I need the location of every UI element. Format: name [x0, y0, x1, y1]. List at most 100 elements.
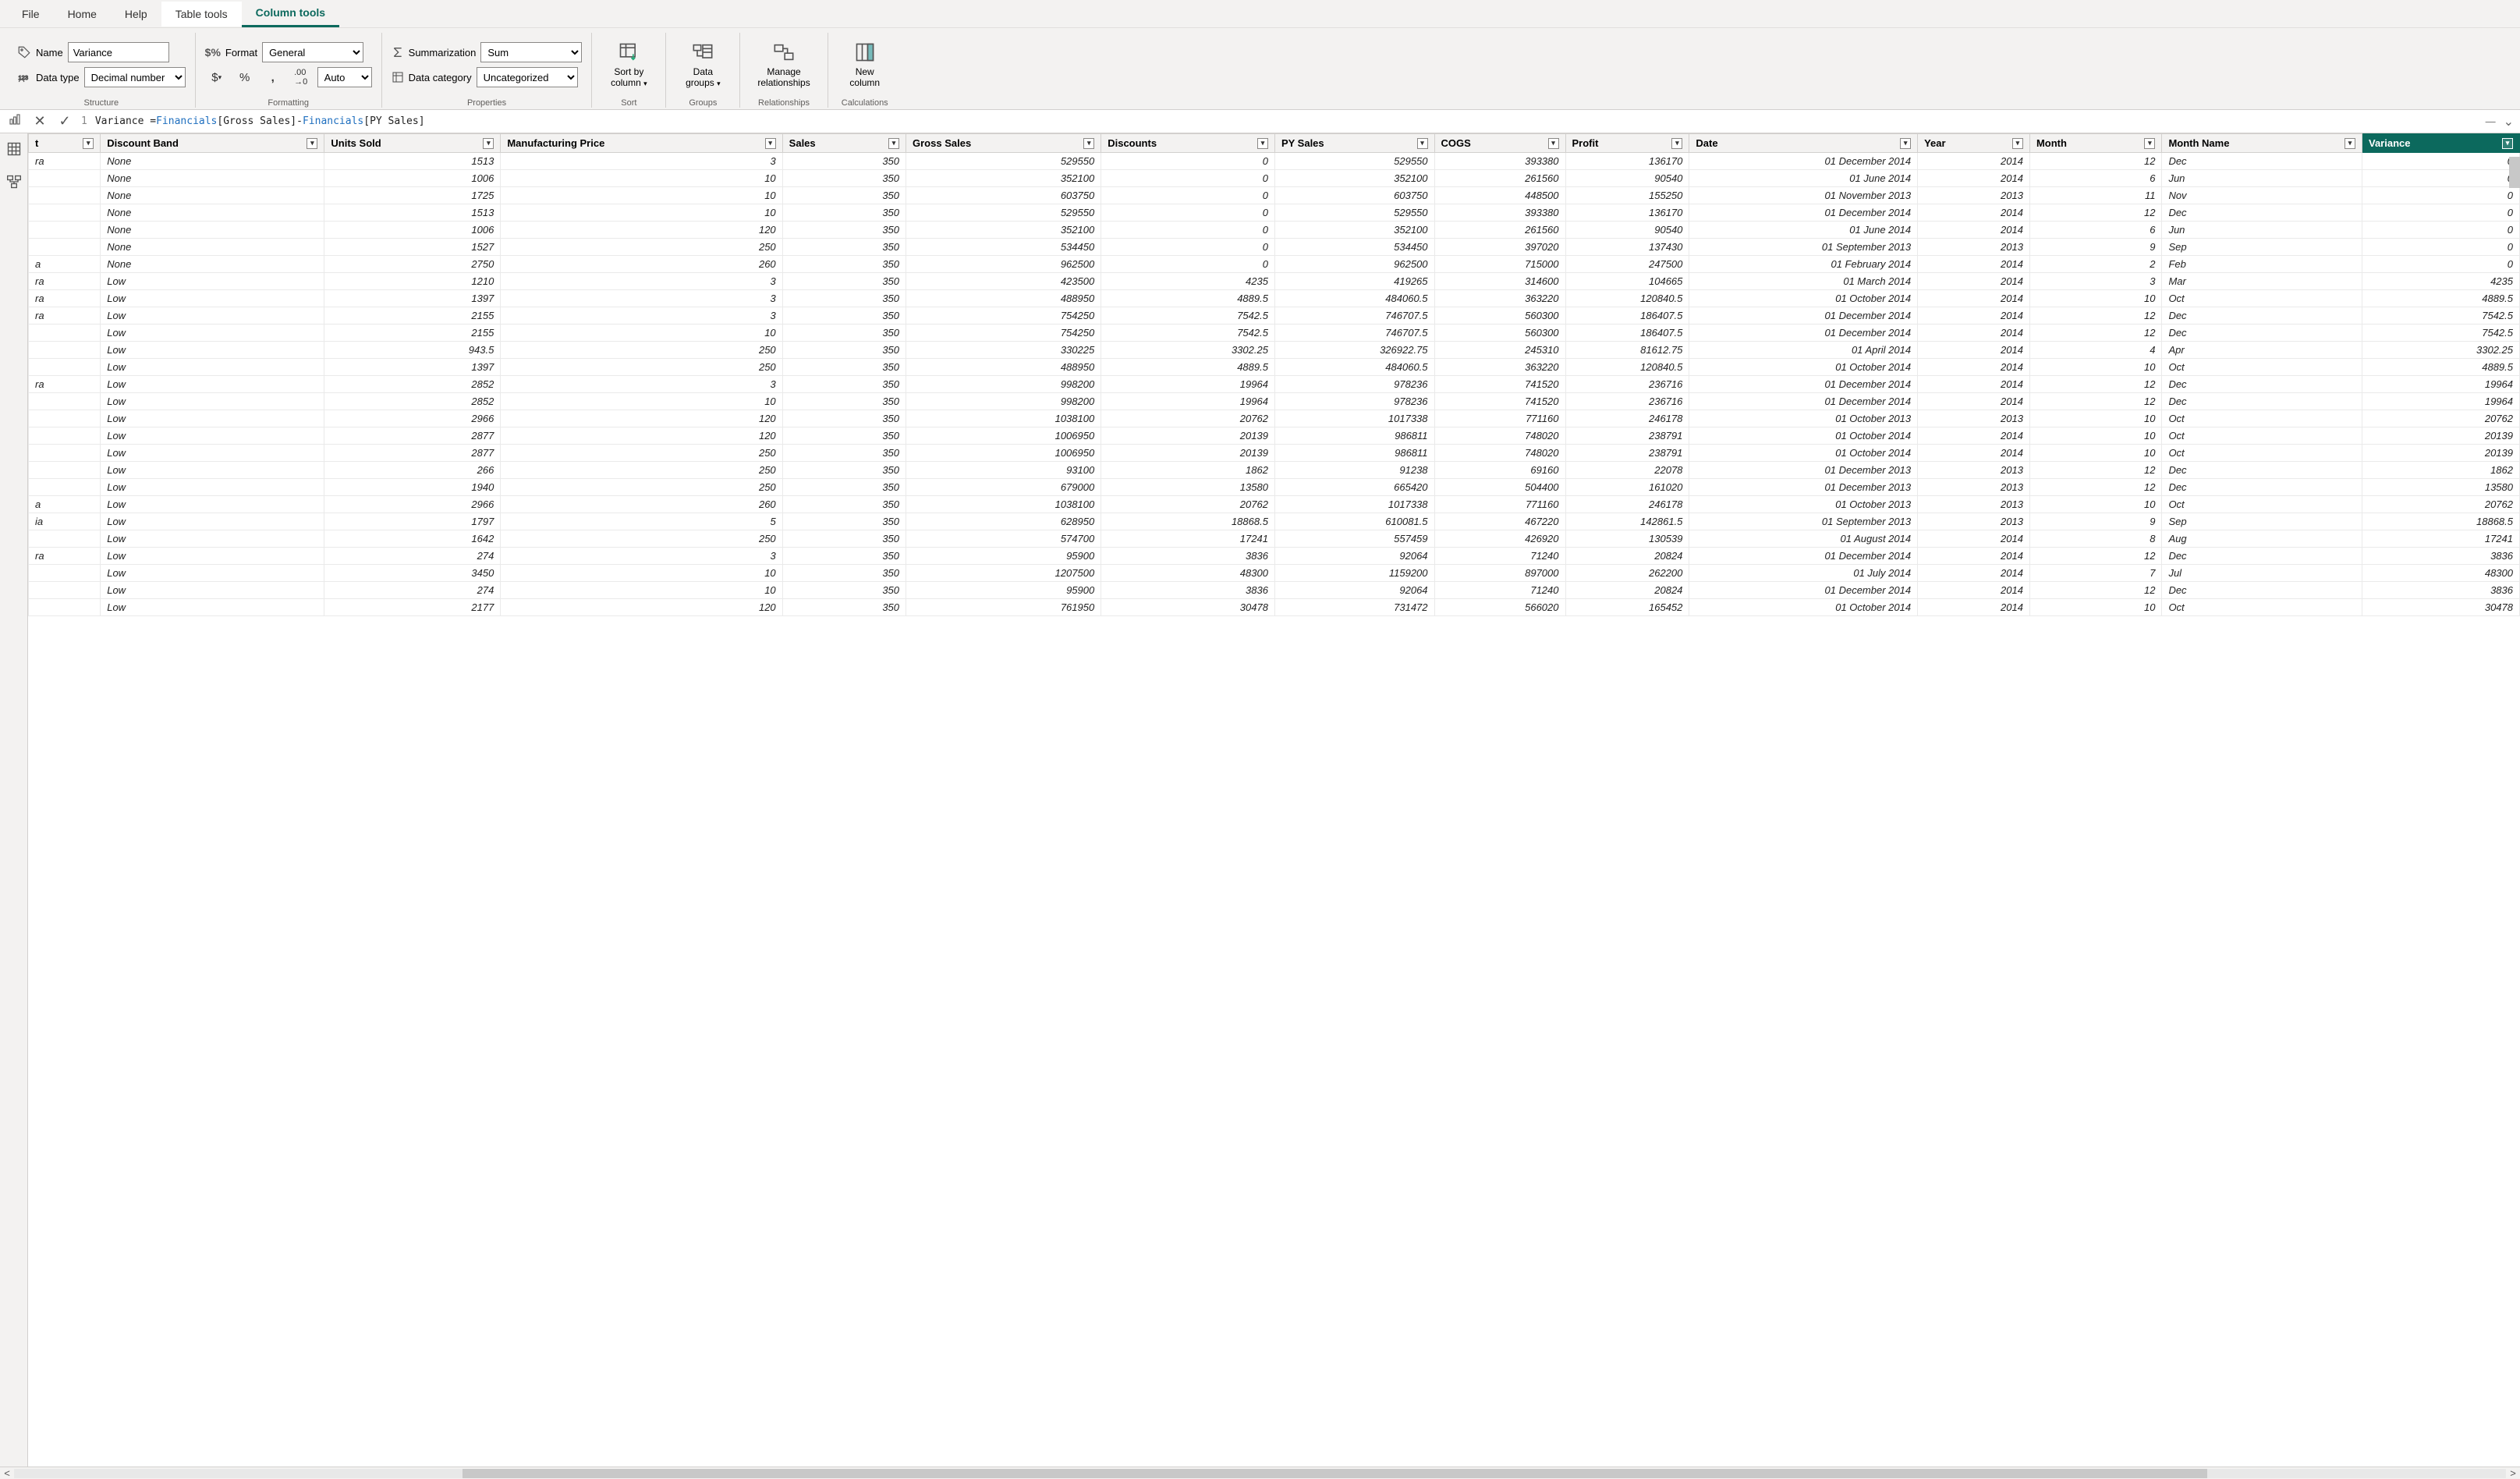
new-column-button[interactable]: New column: [838, 38, 892, 92]
cell[interactable]: 3836: [2362, 582, 2519, 599]
cell[interactable]: 0: [1101, 256, 1275, 273]
cell[interactable]: 2014: [1918, 393, 2030, 410]
cell[interactable]: 250: [501, 342, 782, 359]
cell[interactable]: 352100: [1274, 222, 1434, 239]
cell[interactable]: 566020: [1434, 599, 1565, 616]
cell[interactable]: 1513: [324, 153, 501, 170]
cell[interactable]: Dec: [2162, 307, 2362, 325]
cell[interactable]: 1940: [324, 479, 501, 496]
cell[interactable]: 155250: [1565, 187, 1689, 204]
cell[interactable]: 01 October 2014: [1689, 290, 1918, 307]
cell[interactable]: None: [101, 256, 324, 273]
cell[interactable]: 236716: [1565, 393, 1689, 410]
cell[interactable]: 01 December 2014: [1689, 548, 1918, 565]
cell[interactable]: 10: [501, 582, 782, 599]
cell[interactable]: 3: [501, 153, 782, 170]
column-header[interactable]: Date▾: [1689, 134, 1918, 153]
cell[interactable]: 2877: [324, 445, 501, 462]
table-row[interactable]: raLow139733504889504889.5484060.53632201…: [29, 290, 2520, 307]
cell[interactable]: 363220: [1434, 290, 1565, 307]
commit-formula-button[interactable]: ✓: [56, 113, 73, 129]
cell[interactable]: 90540: [1565, 170, 1689, 187]
cell[interactable]: [29, 359, 101, 376]
cell[interactable]: 274: [324, 582, 501, 599]
cell[interactable]: 2014: [1918, 359, 2030, 376]
cell[interactable]: 19964: [1101, 393, 1275, 410]
cell[interactable]: 715000: [1434, 256, 1565, 273]
cell[interactable]: 746707.5: [1274, 325, 1434, 342]
cell[interactable]: 2155: [324, 307, 501, 325]
filter-dropdown-icon[interactable]: ▾: [2502, 138, 2513, 149]
cell[interactable]: 01 September 2013: [1689, 513, 1918, 530]
filter-dropdown-icon[interactable]: ▾: [307, 138, 317, 149]
table-row[interactable]: None151310350529550052955039338013617001…: [29, 204, 2520, 222]
cell[interactable]: ra: [29, 548, 101, 565]
cell[interactable]: 350: [782, 530, 906, 548]
cell[interactable]: 2877: [324, 427, 501, 445]
cell[interactable]: Dec: [2162, 479, 2362, 496]
cell[interactable]: 0: [2362, 187, 2519, 204]
cell[interactable]: ra: [29, 290, 101, 307]
cell[interactable]: Low: [101, 582, 324, 599]
cell[interactable]: 10: [501, 204, 782, 222]
filter-dropdown-icon[interactable]: ▾: [83, 138, 94, 149]
cell[interactable]: Low: [101, 479, 324, 496]
cell[interactable]: 01 December 2014: [1689, 307, 1918, 325]
cell[interactable]: [29, 222, 101, 239]
cell[interactable]: 136170: [1565, 204, 1689, 222]
cell[interactable]: 10: [2029, 290, 2162, 307]
cell[interactable]: 250: [501, 445, 782, 462]
cell[interactable]: 5: [501, 513, 782, 530]
cell[interactable]: 1397: [324, 359, 501, 376]
sort-by-column-button[interactable]: Sort by column ▾: [601, 38, 656, 92]
table-row[interactable]: None152725035053445005344503970201374300…: [29, 239, 2520, 256]
cell[interactable]: Dec: [2162, 376, 2362, 393]
cell[interactable]: 665420: [1274, 479, 1434, 496]
cell[interactable]: 352100: [906, 222, 1101, 239]
datatype-select[interactable]: Decimal number: [84, 67, 186, 87]
table-row[interactable]: None172510350603750060375044850015525001…: [29, 187, 2520, 204]
cell[interactable]: 12: [2029, 479, 2162, 496]
cell[interactable]: 4889.5: [1101, 359, 1275, 376]
cell[interactable]: 0: [1101, 204, 1275, 222]
data-groups-button[interactable]: Data groups ▾: [675, 38, 730, 92]
cell[interactable]: Low: [101, 599, 324, 616]
cell[interactable]: Oct: [2162, 290, 2362, 307]
cell[interactable]: 998200: [906, 376, 1101, 393]
formula-options-icon[interactable]: —: [2486, 115, 2496, 127]
data-view-button[interactable]: [3, 138, 25, 160]
cell[interactable]: 1862: [1101, 462, 1275, 479]
cell[interactable]: [29, 342, 101, 359]
cell[interactable]: 350: [782, 170, 906, 187]
cell[interactable]: 7542.5: [2362, 307, 2519, 325]
cell[interactable]: 12: [2029, 582, 2162, 599]
cell[interactable]: 20762: [1101, 410, 1275, 427]
cell[interactable]: Dec: [2162, 393, 2362, 410]
cell[interactable]: Low: [101, 462, 324, 479]
column-header[interactable]: Profit▾: [1565, 134, 1689, 153]
cell[interactable]: Feb: [2162, 256, 2362, 273]
cell[interactable]: 2013: [1918, 479, 2030, 496]
cell[interactable]: Low: [101, 342, 324, 359]
cell[interactable]: Low: [101, 393, 324, 410]
cell[interactable]: 1017338: [1274, 496, 1434, 513]
cell[interactable]: 2966: [324, 496, 501, 513]
cell[interactable]: 142861.5: [1565, 513, 1689, 530]
cell[interactable]: 1159200: [1274, 565, 1434, 582]
cell[interactable]: 1210: [324, 273, 501, 290]
cell[interactable]: 01 December 2014: [1689, 204, 1918, 222]
cell[interactable]: 1006: [324, 222, 501, 239]
cell[interactable]: Oct: [2162, 445, 2362, 462]
cell[interactable]: 165452: [1565, 599, 1689, 616]
cell[interactable]: 350: [782, 307, 906, 325]
scroll-track[interactable]: [14, 1469, 2506, 1478]
cell[interactable]: Low: [101, 290, 324, 307]
cell[interactable]: 0: [2362, 239, 2519, 256]
cell[interactable]: ra: [29, 307, 101, 325]
cell[interactable]: 274: [324, 548, 501, 565]
cell[interactable]: 352100: [906, 170, 1101, 187]
cell[interactable]: 10: [501, 170, 782, 187]
cell[interactable]: Sep: [2162, 239, 2362, 256]
table-row[interactable]: Low1642250350574700172415574594269201305…: [29, 530, 2520, 548]
cell[interactable]: Apr: [2162, 342, 2362, 359]
